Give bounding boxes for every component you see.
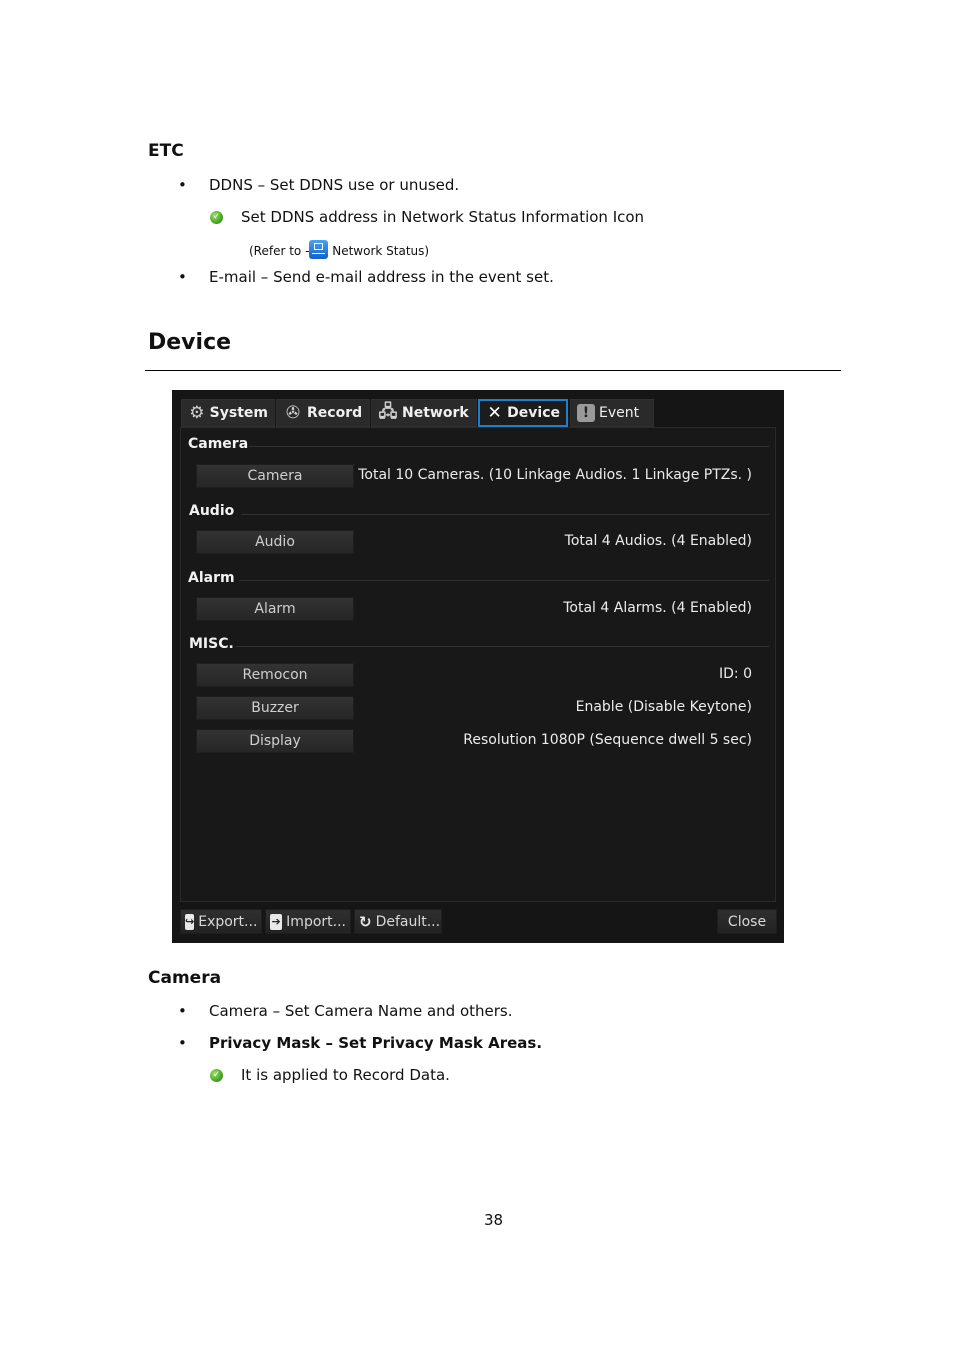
group-camera: Camera [188, 436, 249, 452]
display-button[interactable]: Display [196, 729, 354, 753]
alarm-button[interactable]: Alarm [196, 597, 354, 621]
tab-event[interactable]: ! Event [570, 399, 654, 427]
etc-heading: ETC [148, 141, 184, 161]
default-label: Default... [375, 913, 441, 930]
close-button[interactable]: Close [717, 909, 777, 934]
tab-device[interactable]: ✕ Device [478, 399, 568, 427]
camera-button[interactable]: Camera [196, 464, 354, 488]
buzzer-button[interactable]: Buzzer [196, 696, 354, 720]
group-audio: Audio [189, 503, 235, 519]
camera-heading: Camera [148, 968, 222, 988]
group-divider [249, 446, 769, 447]
export-button[interactable]: ↪ Export... [180, 909, 262, 934]
group-divider [241, 514, 769, 515]
bullet-marker: • [178, 1034, 187, 1052]
tab-label: Event [599, 405, 640, 421]
etc-bullet-email: E-mail – Send e-mail address in the even… [209, 268, 554, 286]
network-status-icon [309, 240, 329, 259]
device-panel: Camera Camera Total 10 Cameras. (10 Link… [180, 427, 776, 902]
remocon-button[interactable]: Remocon [196, 663, 354, 687]
exclamation-icon: ! [577, 404, 595, 422]
network-icon: 🖧 [378, 401, 398, 422]
section-divider [145, 370, 841, 371]
section-title: Device [148, 330, 232, 355]
film-reel-icon: ✇ [285, 403, 301, 423]
tab-label: System [209, 405, 268, 421]
bullet-marker: • [178, 268, 187, 286]
device-settings-dialog: ⚙ System ✇ Record 🖧 Network ✕ Device ! E… [172, 390, 784, 943]
import-label: Import... [286, 913, 346, 930]
check-icon: ✓ [210, 211, 223, 224]
audio-summary: Total 4 Audios. (4 Enabled) [564, 533, 752, 549]
camera-note: It is applied to Record Data. [241, 1066, 450, 1084]
tools-icon: ✕ [487, 403, 502, 423]
export-label: Export... [198, 913, 258, 930]
etc-note: Set DDNS address in Network Status Infor… [241, 208, 645, 226]
display-summary: Resolution 1080P (Sequence dwell 5 sec) [463, 732, 752, 748]
import-button[interactable]: ➔ Import... [265, 909, 351, 934]
default-button[interactable]: ↻ Default... [354, 909, 442, 934]
tab-label: Device [507, 405, 560, 421]
camera-bullet-name: Camera – Set Camera Name and others. [209, 1002, 513, 1020]
camera-summary: Total 10 Cameras. (10 Linkage Audios. 1 … [358, 467, 752, 483]
group-misc: MISC. [189, 636, 234, 652]
group-divider [236, 646, 769, 647]
close-label: Close [727, 913, 767, 930]
tab-label: Network [402, 405, 469, 421]
remocon-summary: ID: 0 [719, 666, 752, 682]
page-number: 38 [484, 1211, 504, 1229]
tab-record[interactable]: ✇ Record [276, 399, 370, 427]
refer-suffix: Network Status) [328, 244, 430, 258]
export-icon: ↪ [185, 913, 195, 930]
tab-system[interactable]: ⚙ System [181, 399, 275, 427]
group-divider [239, 580, 769, 581]
import-icon: ➔ [270, 913, 283, 930]
refresh-icon: ↻ [359, 912, 372, 931]
audio-button[interactable]: Audio [196, 530, 354, 554]
camera-bullet-privacy-mask: Privacy Mask – Set Privacy Mask Areas. [209, 1034, 543, 1052]
tab-label: Record [307, 405, 363, 421]
tab-network[interactable]: 🖧 Network [371, 399, 477, 427]
group-alarm: Alarm [188, 570, 235, 586]
etc-bullet-ddns: DDNS – Set DDNS use or unused. [209, 176, 460, 194]
check-icon: ✓ [210, 1069, 223, 1082]
bullet-marker: • [178, 1002, 187, 1020]
bullet-marker: • [178, 176, 187, 194]
alarm-summary: Total 4 Alarms. (4 Enabled) [563, 600, 752, 616]
refer-note: (Refer to - Network Status) [249, 240, 429, 259]
refer-prefix: (Refer to - [249, 244, 310, 258]
buzzer-summary: Enable (Disable Keytone) [575, 699, 752, 715]
gear-icon: ⚙ [189, 403, 205, 423]
